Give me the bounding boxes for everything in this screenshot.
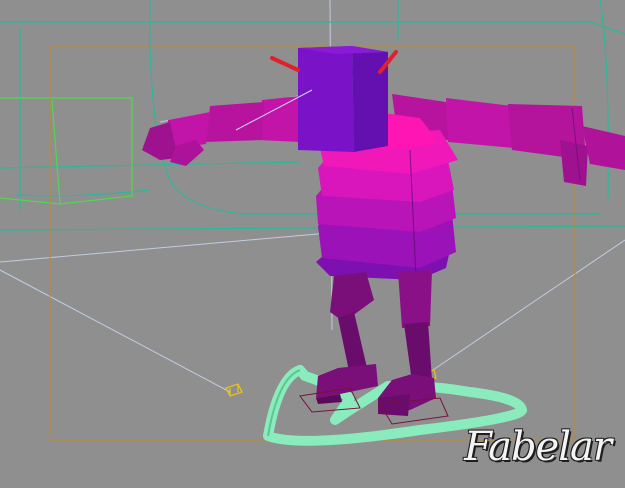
leg-right[interactable] [398,270,432,382]
arm-left[interactable] [142,96,300,166]
leg-left[interactable] [330,272,374,376]
foot-right[interactable] [378,374,436,416]
target-gizmo[interactable] [225,383,243,397]
antenna-left[interactable] [270,56,300,72]
scene-canvas[interactable] [0,0,625,488]
3d-viewport[interactable]: Fabelar [0,0,625,488]
head[interactable] [298,46,388,152]
